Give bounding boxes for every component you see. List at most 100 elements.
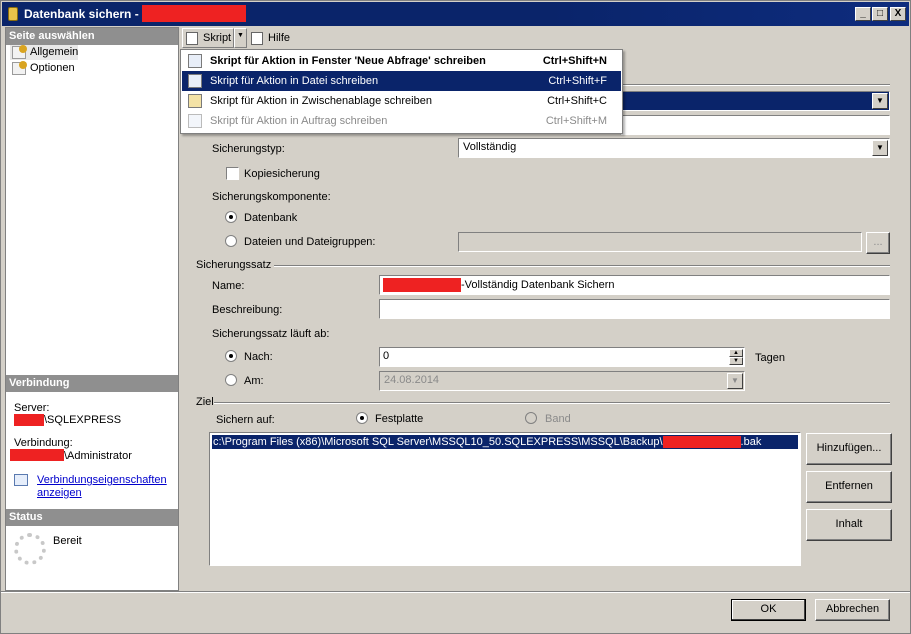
expires-label: Sicherungssatz läuft ab: [212, 328, 330, 340]
menu-item-script-file[interactable]: Skript für Aktion in Datei schreiben Ctr… [182, 71, 621, 91]
server-value: \SQLEXPRESS [44, 414, 122, 426]
component-files-radio[interactable] [225, 235, 237, 247]
expires-after-spinner[interactable]: 0 ▲ ▼ [379, 347, 745, 367]
destination-ext: .bak [740, 436, 762, 448]
chevron-down-icon: ▼ [727, 373, 743, 389]
connection-header: Verbindung [6, 375, 178, 392]
chevron-down-icon: ▼ [872, 140, 888, 156]
destination-list[interactable]: c:\Program Files (x86)\Microsoft SQL Ser… [209, 432, 801, 566]
script-menu: Skript für Aktion in Fenster 'Neue Abfra… [180, 49, 623, 134]
expires-on-radio[interactable] [225, 374, 237, 386]
left-pane: Seite auswählen Allgemein Optionen Verbi… [5, 27, 179, 591]
disk-label: Festplatte [375, 413, 424, 425]
help-icon [251, 32, 263, 45]
nav-item-general[interactable]: Allgemein [10, 45, 79, 60]
disk-radio[interactable] [356, 412, 368, 424]
menu-item-shortcut: Ctrl+Shift+C [547, 95, 607, 107]
status-header: Status [6, 509, 178, 526]
save-file-icon [188, 74, 202, 88]
list-item[interactable]: c:\Program Files (x86)\Microsoft SQL Ser… [212, 435, 798, 449]
menu-item-script-clipboard[interactable]: Skript für Aktion in Zwischenablage schr… [182, 91, 621, 111]
toolbar: Skript ▼ Hilfe [180, 27, 908, 51]
spin-up-icon[interactable]: ▲ [729, 349, 743, 357]
nav-item-label: Optionen [30, 62, 75, 74]
connection-properties-icon [14, 474, 28, 486]
redacted-block [14, 414, 44, 426]
nav-item-options[interactable]: Optionen [10, 61, 75, 76]
script-dropdown-arrow[interactable]: ▼ [234, 28, 247, 48]
expires-on-label: Am: [244, 375, 264, 387]
new-query-icon [188, 54, 202, 68]
chevron-down-icon: ▼ [872, 93, 888, 109]
menu-item-shortcut: Ctrl+Shift+M [545, 115, 607, 127]
destination-header: Ziel [196, 396, 214, 408]
expires-on-value: 24.08.2014 [384, 374, 440, 386]
script-button-label: Skript [203, 32, 232, 44]
minimize-button[interactable]: _ [855, 7, 871, 21]
backup-type-value: Vollständig [463, 141, 517, 153]
select-page-header: Seite auswählen [6, 28, 178, 45]
browse-files-button[interactable]: ... [866, 232, 890, 254]
expires-after-radio[interactable] [225, 350, 237, 362]
copy-backup-checkbox[interactable] [226, 167, 239, 180]
component-files-label: Dateien und Dateigruppen: [244, 236, 376, 248]
connection-properties-link[interactable]: Verbindungseigenschaften [37, 474, 167, 486]
menu-item-label: Skript für Aktion in Fenster 'Neue Abfra… [210, 55, 486, 67]
backup-dialog: Datenbank sichern - _ □ X Seite auswähle… [0, 0, 911, 634]
connection-value: \Administrator [64, 450, 132, 462]
name-label: Name: [212, 280, 245, 292]
title-bar: Datenbank sichern - _ □ X [2, 2, 909, 26]
menu-item-shortcut: Ctrl+Shift+N [542, 55, 607, 67]
files-field [458, 232, 862, 252]
redacted-block [383, 278, 461, 292]
remove-destination-button[interactable]: Entfernen [806, 471, 892, 503]
cancel-button[interactable]: Abbrechen [815, 599, 890, 621]
expires-after-label: Nach: [244, 351, 273, 363]
connection-properties-link-line2[interactable]: anzeigen [37, 487, 82, 499]
script-button[interactable]: Skript [182, 28, 234, 48]
clipboard-icon [188, 94, 202, 108]
days-label: Tagen [755, 352, 785, 364]
help-button-label: Hilfe [268, 32, 291, 44]
divider [214, 402, 890, 404]
expires-on-date-picker: 24.08.2014 ▼ [379, 371, 745, 391]
name-field-value: -Vollständig Datenbank Sichern [461, 278, 615, 291]
connection-label: Verbindung: [14, 437, 73, 449]
destination-path: c:\Program Files (x86)\Microsoft SQL Ser… [213, 436, 663, 448]
spin-down-icon[interactable]: ▼ [729, 357, 743, 365]
name-field[interactable]: -Vollständig Datenbank Sichern [379, 275, 890, 295]
nav-item-label: Allgemein [30, 46, 79, 58]
add-destination-button[interactable]: Hinzufügen... [806, 433, 892, 465]
backup-type-label: Sicherungstyp: [212, 143, 285, 155]
chevron-down-icon: ▼ [237, 32, 244, 39]
component-database-label: Datenbank [244, 212, 298, 224]
database-combo[interactable]: ▼ [620, 91, 890, 111]
ok-button[interactable]: OK [731, 599, 806, 621]
database-icon [8, 7, 18, 21]
page-icon [12, 45, 27, 59]
backup-to-label: Sichern auf: [216, 414, 275, 426]
component-database-radio[interactable] [225, 211, 237, 223]
menu-item-label: Skript für Aktion in Datei schreiben [210, 75, 379, 87]
expires-after-value: 0 [383, 350, 390, 362]
backup-type-select[interactable]: Vollständig ▼ [458, 138, 890, 158]
page-icon [12, 61, 27, 75]
redacted-block [662, 436, 741, 449]
job-icon [188, 114, 202, 128]
script-icon [186, 32, 198, 45]
maximize-button[interactable]: □ [872, 7, 888, 21]
footer-divider [1, 591, 910, 593]
progress-spinner-icon [14, 533, 46, 565]
menu-item-script-new-query[interactable]: Skript für Aktion in Fenster 'Neue Abfra… [182, 51, 621, 71]
close-button[interactable]: X [890, 7, 906, 21]
backup-set-header: Sicherungssatz [196, 259, 272, 271]
help-button[interactable]: Hilfe [247, 28, 297, 48]
component-label: Sicherungskomponente: [212, 191, 331, 203]
description-field[interactable] [379, 299, 890, 319]
contents-button[interactable]: Inhalt [806, 509, 892, 541]
description-label: Beschreibung: [212, 304, 283, 316]
menu-item-label: Skript für Aktion in Auftrag schreiben [210, 115, 388, 127]
redacted-block [142, 5, 246, 22]
menu-item-shortcut: Ctrl+Shift+F [548, 75, 607, 87]
divider [620, 84, 890, 86]
